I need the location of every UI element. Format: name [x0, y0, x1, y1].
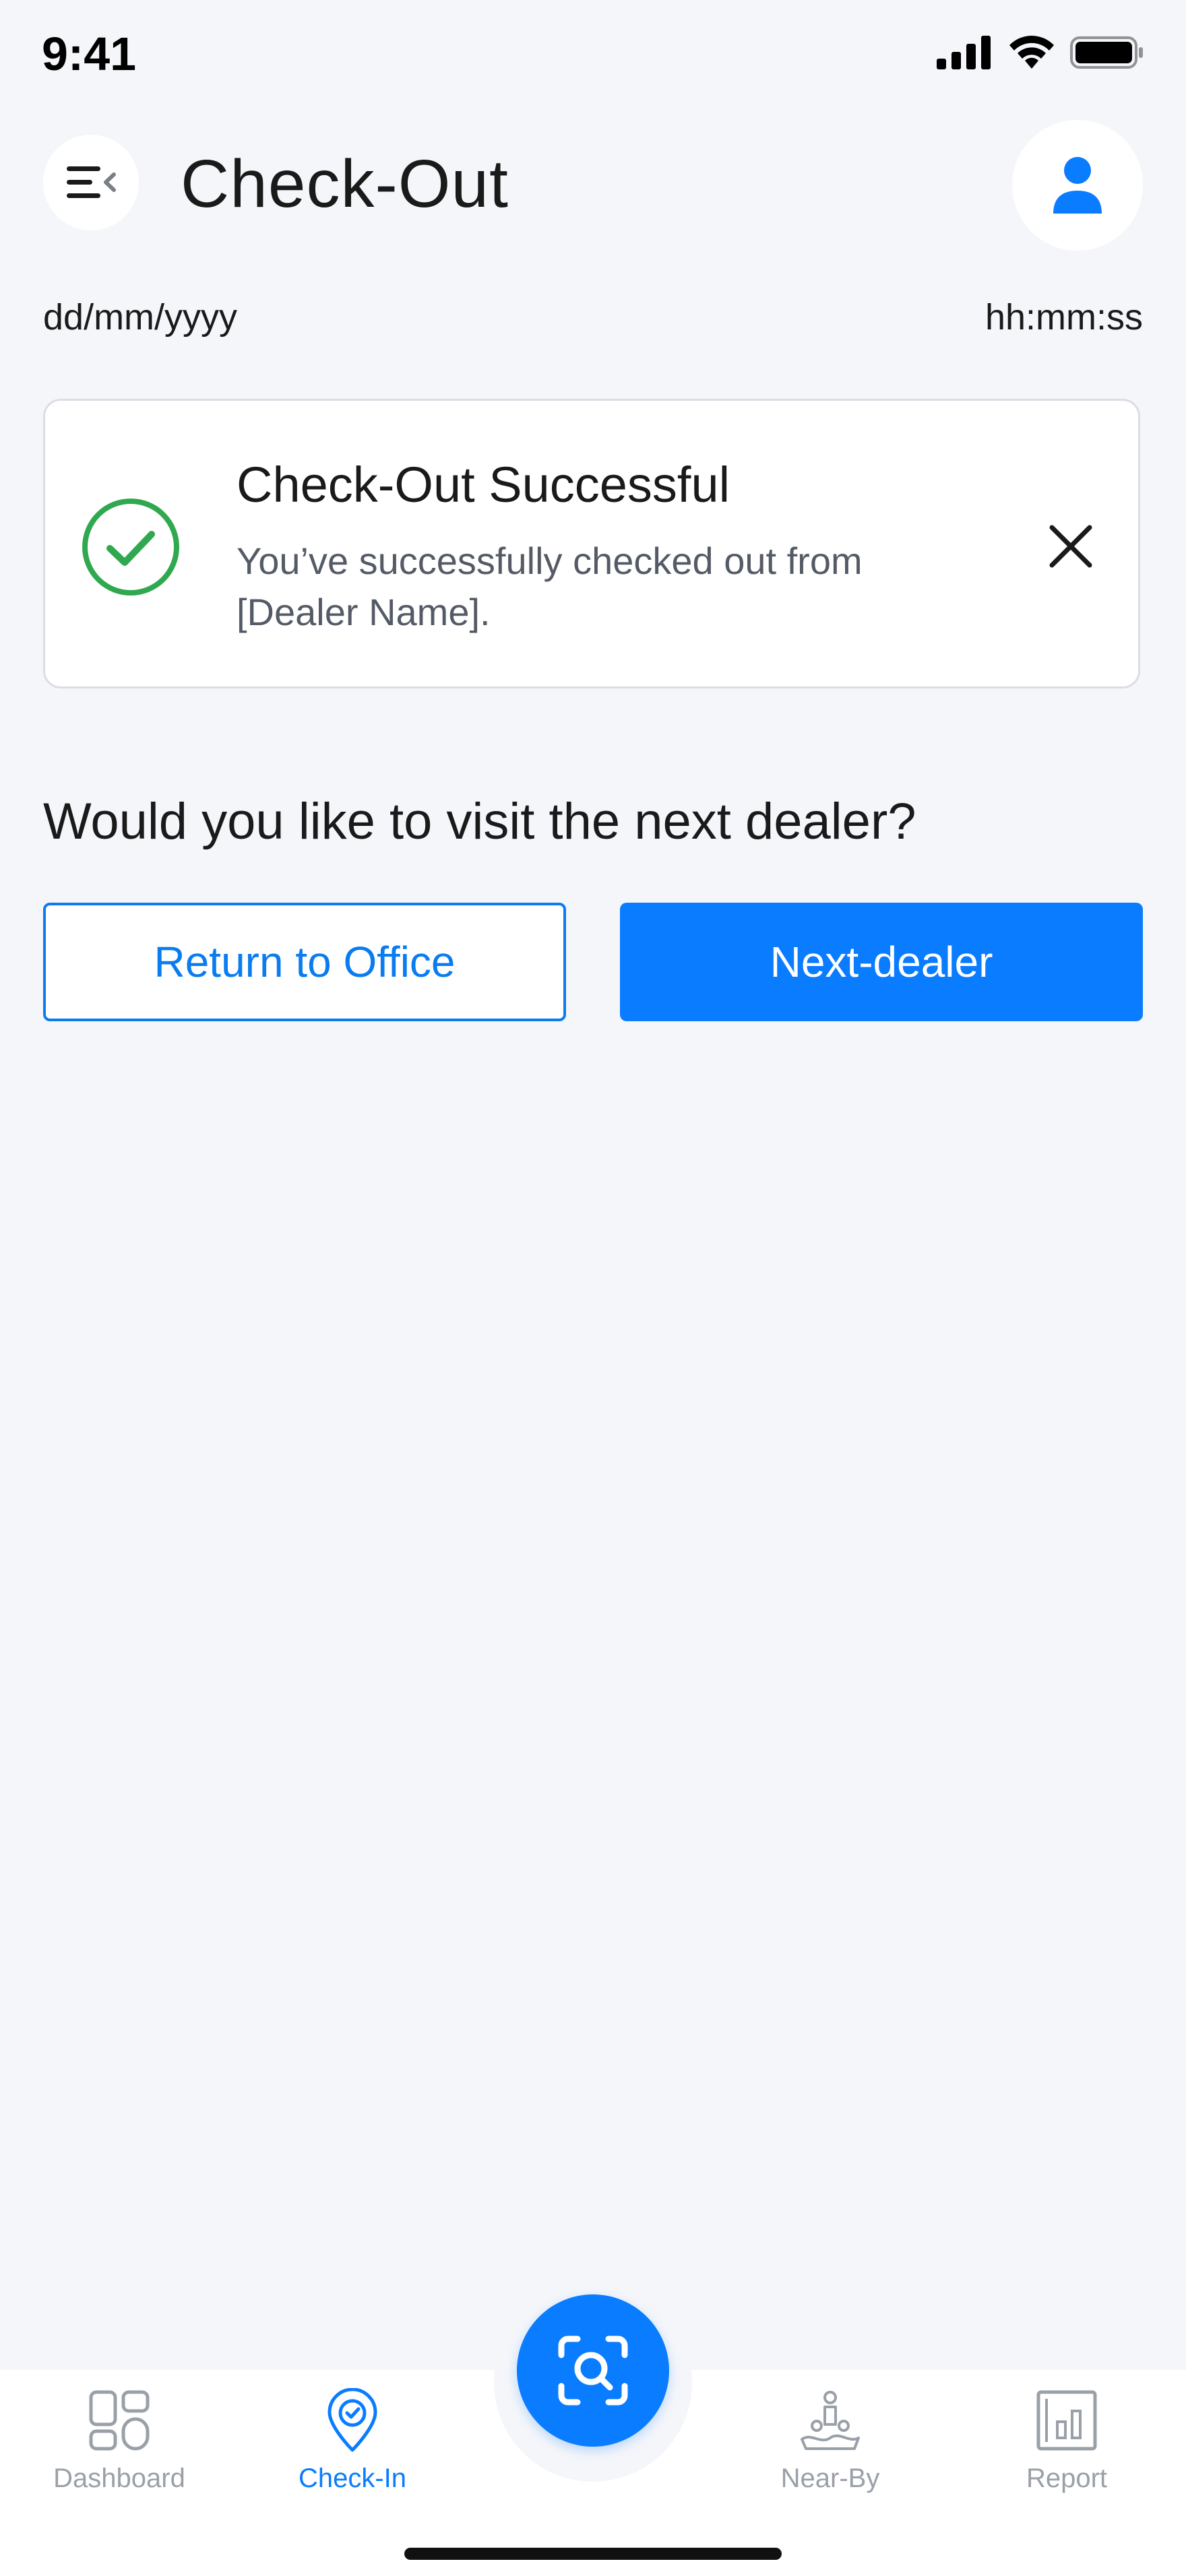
wifi-icon	[1009, 36, 1054, 69]
check-circle-icon	[82, 498, 179, 595]
menu-button[interactable]	[43, 135, 139, 230]
date-label: dd/mm/yyyy	[43, 297, 238, 337]
tab-check-in-label: Check-In	[298, 2464, 407, 2493]
avatar-button[interactable]	[1012, 120, 1143, 251]
status-time: 9:41	[42, 28, 137, 80]
scan-button[interactable]	[517, 2294, 669, 2447]
status-icons	[937, 35, 1144, 70]
dashboard-icon	[89, 2390, 150, 2451]
next-dealer-button[interactable]: Next-dealer	[620, 903, 1143, 1021]
user-icon	[1053, 157, 1102, 214]
close-icon[interactable]	[1044, 519, 1098, 573]
battery-icon	[1070, 36, 1143, 69]
tab-report[interactable]: Report	[979, 2388, 1154, 2494]
time-label: hh:mm:ss	[985, 297, 1143, 337]
next-dealer-question: Would you like to visit the next dealer?	[43, 793, 916, 850]
signal-icon	[937, 36, 991, 69]
tab-report-label: Report	[1026, 2464, 1108, 2493]
tab-near-by[interactable]: Near-By	[743, 2388, 918, 2494]
menu-collapse-icon	[67, 166, 116, 198]
success-alert: Check-Out Successful You’ve successfully…	[43, 399, 1140, 688]
tab-dashboard-label: Dashboard	[53, 2464, 185, 2493]
tab-check-in[interactable]: Check-In	[265, 2388, 440, 2494]
status-bar: 9:41	[0, 0, 1186, 115]
return-to-office-button[interactable]: Return to Office	[43, 903, 566, 1021]
tab-dashboard[interactable]: Dashboard	[32, 2388, 207, 2494]
alert-title: Check-Out Successful	[237, 457, 730, 513]
nearby-map-icon	[801, 2391, 860, 2450]
scan-search-icon	[558, 2336, 628, 2406]
home-indicator	[404, 2548, 782, 2560]
page-title: Check-Out	[181, 146, 509, 222]
report-icon	[1036, 2390, 1097, 2451]
alert-message: You’ve successfully checked out from [De…	[237, 540, 863, 633]
app-header: Check-Out	[0, 115, 1186, 251]
location-check-icon	[327, 2388, 377, 2452]
tab-near-by-label: Near-By	[780, 2464, 880, 2493]
